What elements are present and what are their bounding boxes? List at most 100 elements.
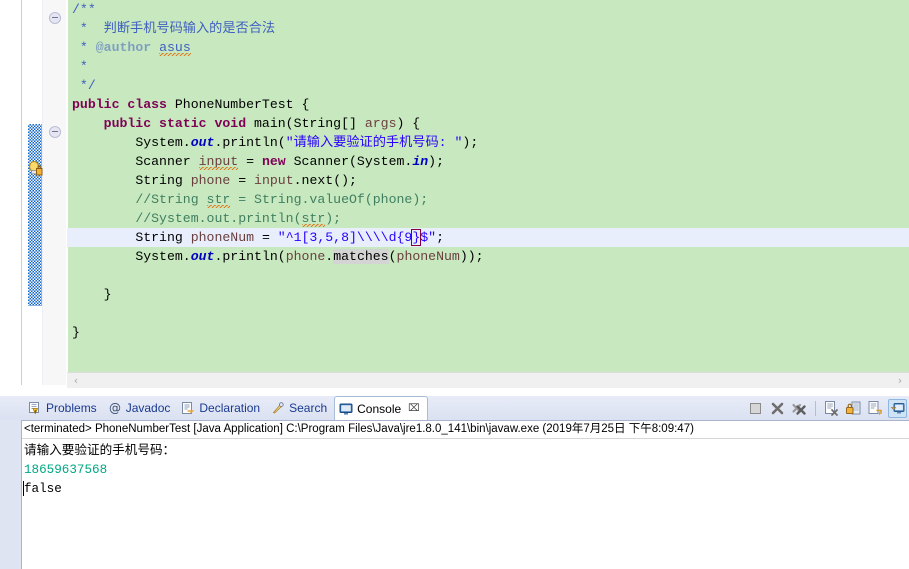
code-token: out	[190, 135, 215, 150]
code-line[interactable]: /**	[67, 0, 909, 19]
code-token: //System.out.println(	[135, 211, 302, 226]
code-token: );	[462, 135, 479, 150]
console-view[interactable]: <terminated> PhoneNumberTest [Java Appli…	[21, 420, 909, 569]
code-line[interactable]: *	[67, 57, 909, 76]
editor-left-margin	[0, 0, 21, 396]
code-line[interactable]: System.out.println("请输入要验证的手机号码: ");	[67, 133, 909, 152]
code-line[interactable]: public class PhoneNumberTest {	[67, 95, 909, 114]
stop-square-icon	[747, 400, 764, 420]
code-token: .println(	[214, 135, 286, 150]
panel-tab-label: Problems	[46, 401, 97, 415]
code-line[interactable]: }	[67, 323, 909, 342]
code-token: =	[254, 230, 278, 245]
code-token: ) {	[396, 116, 421, 131]
code-line[interactable]: //String str = String.valueOf(phone);	[67, 190, 909, 209]
code-token: .println(	[214, 249, 286, 264]
code-line[interactable]: * 判断手机号码输入的是否合法	[67, 19, 909, 38]
code-token: args	[364, 116, 397, 131]
lock-icon	[845, 400, 862, 420]
code-token: @author	[95, 40, 152, 55]
editor-horizontal-scrollbar[interactable]: ‹ ›	[67, 372, 909, 388]
code-line[interactable]: public static void main(String[] args) {	[67, 114, 909, 133]
code-token: str	[301, 211, 326, 227]
svg-text:@: @	[109, 401, 121, 415]
code-line[interactable]: String phoneNum = "^1[3,5,8]\\\\d{9}$";	[67, 228, 909, 247]
panel-tab-problems[interactable]: Problems	[24, 396, 104, 420]
code-token: String	[135, 230, 191, 245]
editor-folding-column[interactable]	[43, 0, 67, 385]
wrap-icon	[867, 400, 884, 420]
java-editor[interactable]: /** * 判断手机号码输入的是否合法 * @author asus * */ p…	[0, 0, 909, 396]
search-icon	[271, 401, 285, 415]
code-token: =	[230, 173, 255, 188]
remove-launch-button[interactable]	[768, 399, 787, 418]
pin-console-button[interactable]	[888, 399, 907, 418]
code-token: public class	[72, 97, 167, 112]
clear-console-button[interactable]	[822, 399, 841, 418]
code-token: //String	[135, 192, 207, 207]
word-wrap-button[interactable]	[866, 399, 885, 418]
code-token: input	[198, 154, 239, 170]
panel-tab-search[interactable]: Search	[267, 396, 334, 420]
code-token: =	[238, 154, 262, 169]
code-line[interactable]: */	[67, 76, 909, 95]
panel-tab-label: Search	[289, 401, 328, 415]
console-toolbar[interactable]	[746, 398, 907, 419]
code-token: /**	[72, 2, 96, 17]
scroll-right-arrow-icon[interactable]: ›	[893, 374, 907, 388]
code-token: Scanner(System.	[285, 154, 413, 169]
code-token: *	[72, 59, 88, 74]
code-token: */	[72, 78, 96, 93]
panel-tab-declaration[interactable]: Declaration	[177, 396, 267, 420]
code-line[interactable]: System.out.println(phone.matches(phoneNu…	[67, 247, 909, 266]
quickfix-warning-bulb-icon[interactable]	[27, 160, 44, 177]
code-line[interactable]: }	[67, 285, 909, 304]
editor-code-lines[interactable]: /** * 判断手机号码输入的是否合法 * @author asus * */ p…	[67, 0, 909, 342]
code-token: String	[135, 173, 191, 188]
editor-code-canvas[interactable]: /** * 判断手机号码输入的是否合法 * @author asus * */ p…	[67, 0, 909, 385]
code-line[interactable]	[67, 266, 909, 285]
code-line[interactable]	[67, 304, 909, 323]
scroll-left-arrow-icon[interactable]: ‹	[69, 374, 83, 388]
console-output-line: 请输入要验证的手机号码：	[24, 444, 176, 458]
panel-tab-label: Console	[357, 401, 402, 416]
code-token: Scanner	[135, 154, 199, 169]
code-token: System.	[135, 135, 191, 150]
terminate-button[interactable]	[746, 399, 765, 418]
panel-tab-console[interactable]: Console ⌧	[334, 396, 428, 420]
panel-tab-list[interactable]: Problems @ Javadoc Declaration Search Console…	[24, 396, 428, 420]
code-token: asus	[159, 40, 191, 56]
panel-tab-label: Declaration	[199, 401, 261, 415]
code-line[interactable]: * @author asus	[67, 38, 909, 57]
pin-console-icon	[890, 401, 907, 421]
code-token: }	[103, 287, 112, 302]
editor-annotation-ruler[interactable]	[21, 0, 43, 385]
double-cross-icon	[791, 400, 808, 420]
code-token: .	[325, 249, 334, 264]
code-token: }	[72, 325, 80, 340]
code-line[interactable]: Scanner input = new Scanner(System.in);	[67, 152, 909, 171]
panel-tab-bar: Problems @ Javadoc Declaration Search Console…	[0, 396, 909, 420]
close-icon[interactable]: ⌧	[408, 403, 420, 414]
scroll-lock-button[interactable]	[844, 399, 863, 418]
code-token: );	[325, 211, 342, 226]
panel-tab-javadoc[interactable]: @ Javadoc	[104, 396, 178, 420]
code-token: new	[261, 154, 286, 169]
fold-marker-javadoc[interactable]	[49, 12, 61, 24]
fold-marker-method[interactable]	[49, 126, 61, 138]
remove-all-terminated-button[interactable]	[790, 399, 809, 418]
cross-icon	[769, 400, 786, 420]
code-token: = String.valueOf(phone);	[230, 192, 429, 207]
code-line[interactable]: //System.out.println(str);	[67, 209, 909, 228]
console-output-line: false	[23, 480, 909, 499]
code-line[interactable]: String phone = input.next();	[67, 171, 909, 190]
code-token: ));	[459, 249, 484, 264]
console-output[interactable]: 请输入要验证的手机号码： 18659637568 false	[22, 439, 909, 499]
